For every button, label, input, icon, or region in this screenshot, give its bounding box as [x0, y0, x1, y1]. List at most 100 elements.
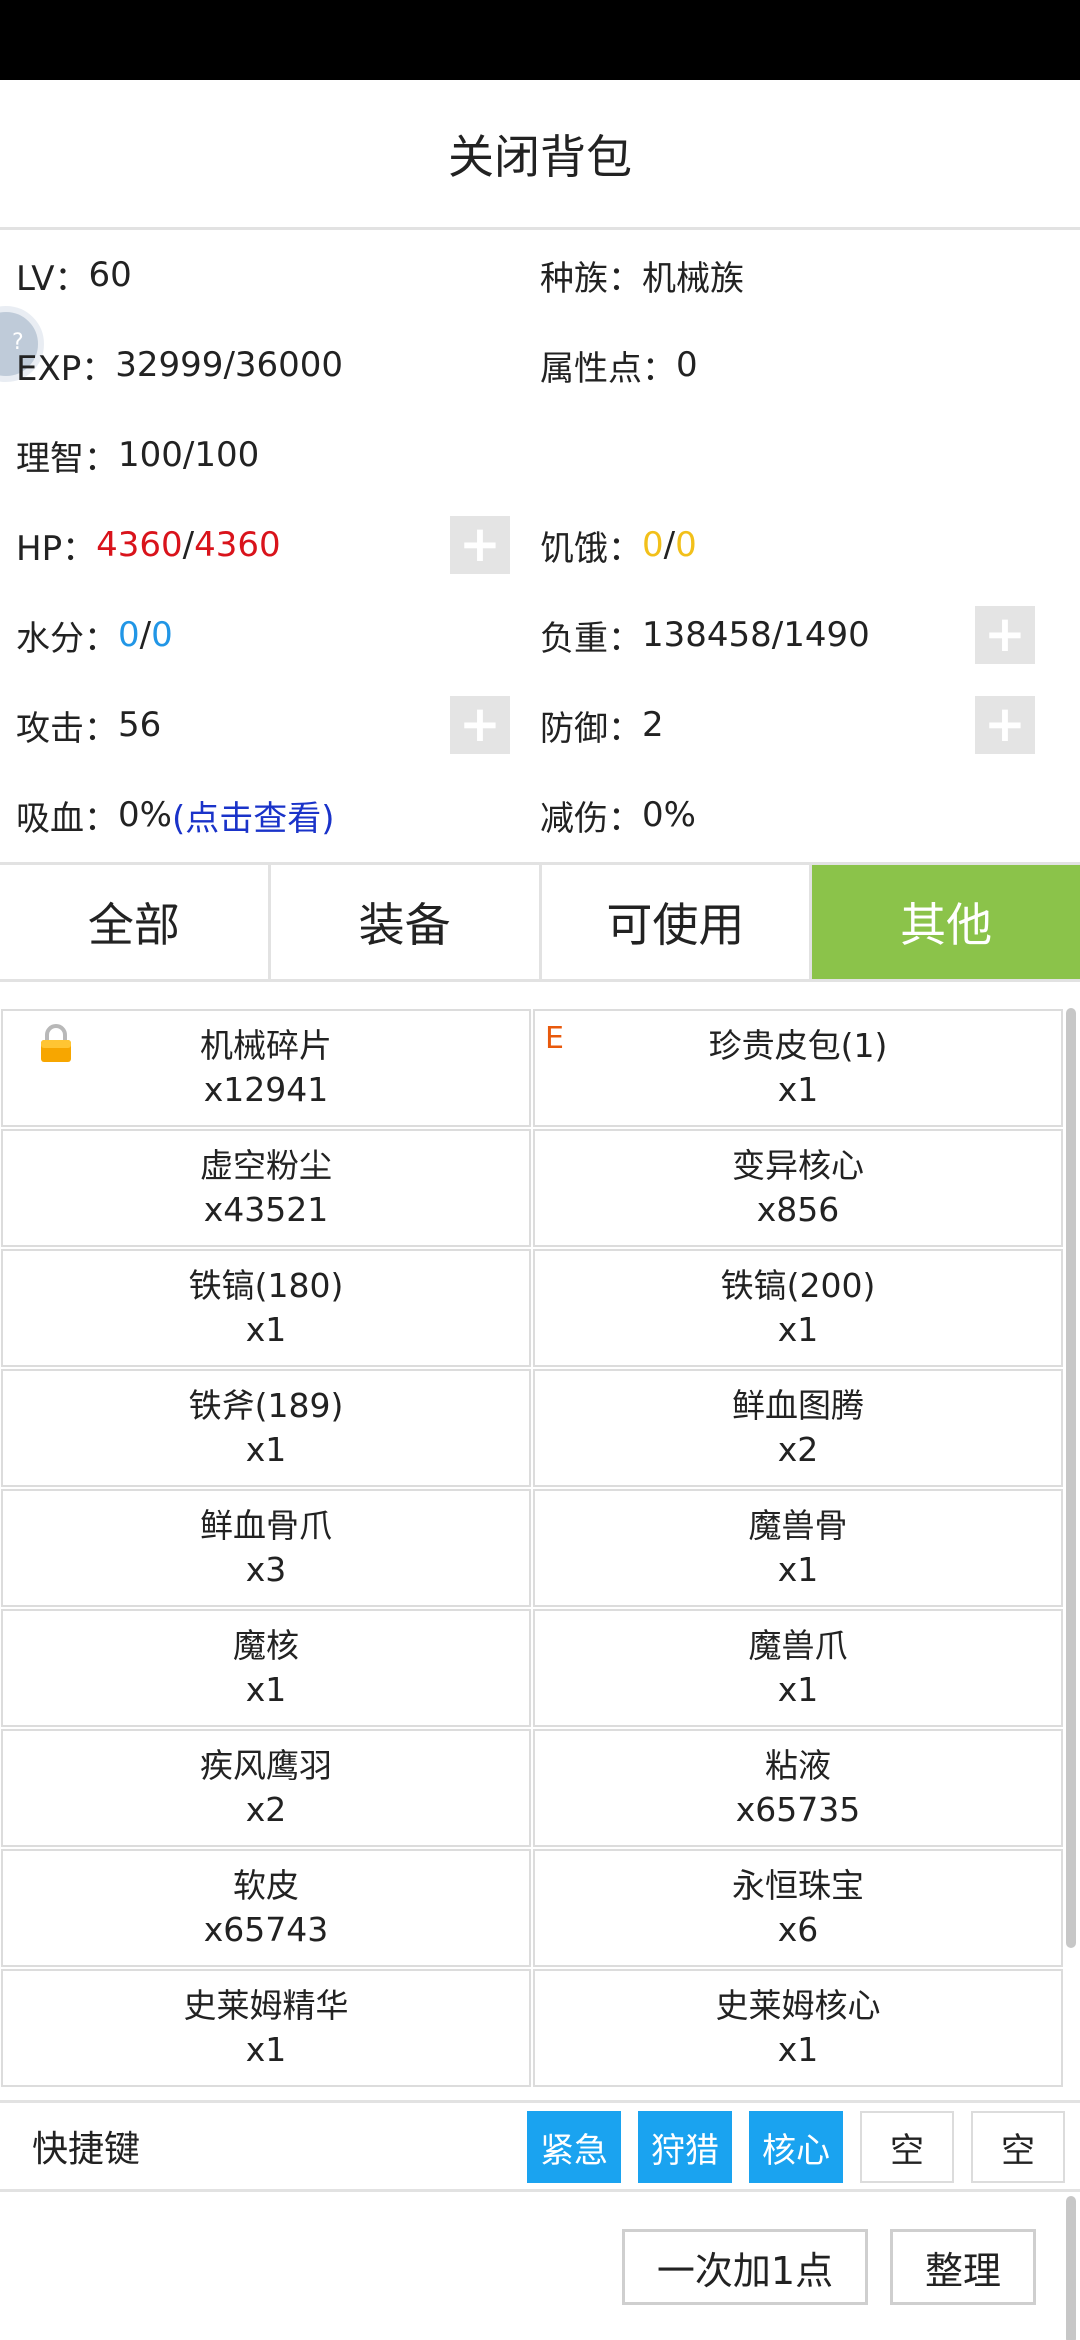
hp-separator: / — [182, 525, 195, 565]
hunger-max: 0 — [675, 525, 697, 565]
item-name: 史莱姆核心 — [715, 1986, 881, 2025]
inventory-item[interactable]: 粘液 x65735 — [533, 1729, 1063, 1847]
item-quantity: x65743 — [203, 1910, 329, 1949]
defense-plus-button[interactable]: + — [975, 696, 1035, 754]
lock-icon — [41, 1024, 71, 1062]
stat-lv: LV： 60 — [16, 230, 132, 320]
stat-defense: 防御： 2 — [540, 680, 664, 770]
shortcut-key-emergency[interactable]: 紧急 — [527, 2111, 621, 2183]
inventory-scrollbar[interactable] — [1066, 1008, 1076, 1948]
item-name: 虚空粉尘 — [200, 1146, 332, 1185]
inventory-tabs: 全部 装备 可使用 其他 — [0, 862, 1080, 982]
stat-label: 水分： — [16, 618, 118, 659]
inventory-item[interactable]: 铁镐(200) x1 — [533, 1249, 1063, 1367]
water-separator: / — [139, 615, 152, 655]
page-scrollbar[interactable] — [1066, 2196, 1076, 2340]
stat-sanity: 理智： 100/100 — [16, 410, 259, 500]
item-quantity: x1 — [777, 1070, 819, 1109]
stat-label: 吸血： — [16, 798, 118, 839]
stat-hp: HP： 4360 / 4360 — [16, 500, 281, 590]
stat-label: 攻击： — [16, 708, 118, 749]
stat-label: 理智： — [16, 438, 118, 479]
sort-button[interactable]: 整理 — [890, 2229, 1036, 2305]
inventory-item[interactable]: 虚空粉尘 x43521 — [1, 1129, 531, 1247]
item-name: 铁斧(189) — [188, 1386, 344, 1425]
item-quantity: x1 — [245, 1430, 287, 1469]
shortcut-key-hunt[interactable]: 狩猎 — [638, 2111, 732, 2183]
item-name: 魔核 — [233, 1626, 299, 1665]
close-bag-header[interactable]: 关闭背包 — [0, 80, 1080, 230]
inventory-list[interactable]: 机械碎片 x12941 E 珍贵皮包(1) x1 虚空粉尘 x43521 变异核心 x856 铁镐… — [0, 1008, 1080, 2100]
inventory-item[interactable]: E 珍贵皮包(1) x1 — [533, 1009, 1063, 1127]
shortcut-bar: 快捷键 紧急 狩猎 核心 空 空 — [0, 2100, 1080, 2192]
stat-value: 0 — [676, 345, 698, 385]
stat-hunger: 饥饿： 0 / 0 — [540, 500, 697, 590]
stat-label: 饥饿： — [540, 528, 642, 569]
item-quantity: x1 — [245, 1310, 287, 1349]
item-quantity: x1 — [777, 1670, 819, 1709]
tab-equipment[interactable]: 装备 — [270, 865, 542, 979]
inventory-grid: 机械碎片 x12941 E 珍贵皮包(1) x1 虚空粉尘 x43521 变异核心 x856 铁镐… — [0, 1008, 1064, 2088]
item-name: 永恒珠宝 — [732, 1866, 864, 1905]
stat-value: 138458/1490 — [642, 615, 870, 655]
item-name: 魔兽骨 — [748, 1506, 848, 1545]
item-name: 史莱姆精华 — [183, 1986, 349, 2025]
shortcut-label: 快捷键 — [32, 2129, 141, 2170]
inventory-item[interactable]: 鲜血图腾 x2 — [533, 1369, 1063, 1487]
item-name: 铁镐(180) — [188, 1266, 344, 1305]
item-name: 变异核心 — [732, 1146, 864, 1185]
inventory-item[interactable]: 变异核心 x856 — [533, 1129, 1063, 1247]
lifesteal-view-link[interactable]: (点击查看) — [172, 791, 335, 840]
stat-value: 机械族 — [642, 258, 744, 299]
bottom-actions: 一次加1点 整理 — [0, 2192, 1080, 2340]
attack-plus-button[interactable]: + — [450, 696, 510, 754]
tab-other[interactable]: 其他 — [812, 865, 1080, 979]
inventory-item[interactable]: 魔兽骨 x1 — [533, 1489, 1063, 1607]
shortcut-key-core[interactable]: 核心 — [749, 2111, 843, 2183]
item-name: 魔兽爪 — [748, 1626, 848, 1665]
inventory-item[interactable]: 机械碎片 x12941 — [1, 1009, 531, 1127]
inventory-item[interactable]: 永恒珠宝 x6 — [533, 1849, 1063, 1967]
character-stats: LV： 60 种族： 机械族 EXP： 32999/36000 属性点： 0 理… — [0, 230, 1080, 862]
item-quantity: x65735 — [735, 1790, 861, 1829]
hp-plus-button[interactable]: + — [450, 516, 510, 574]
stat-value: 2 — [642, 705, 664, 745]
item-name: 疾风鹰羽 — [200, 1746, 332, 1785]
inventory-item[interactable]: 软皮 x65743 — [1, 1849, 531, 1967]
tab-all[interactable]: 全部 — [0, 865, 271, 979]
load-plus-button[interactable]: + — [975, 606, 1035, 664]
stat-attack: 攻击： 56 — [16, 680, 161, 770]
water-max: 0 — [151, 615, 173, 655]
inventory-item[interactable]: 铁斧(189) x1 — [1, 1369, 531, 1487]
item-quantity: x1 — [777, 1310, 819, 1349]
stat-label: 属性点： — [540, 348, 676, 389]
inventory-item[interactable]: 魔核 x1 — [1, 1609, 531, 1727]
stat-load: 负重： 138458/1490 — [540, 590, 870, 680]
add-one-point-button[interactable]: 一次加1点 — [622, 2229, 868, 2305]
stat-label: EXP： — [16, 348, 116, 389]
item-quantity: x1 — [245, 2030, 287, 2069]
inventory-item[interactable]: 铁镐(180) x1 — [1, 1249, 531, 1367]
status-bar — [0, 0, 1080, 80]
stat-value: 100/100 — [118, 435, 260, 475]
stat-value: 56 — [118, 705, 162, 745]
stat-label: 减伤： — [540, 798, 642, 839]
inventory-item[interactable]: 鲜血骨爪 x3 — [1, 1489, 531, 1607]
item-name: 鲜血图腾 — [732, 1386, 864, 1425]
inventory-item[interactable]: 魔兽爪 x1 — [533, 1609, 1063, 1727]
page-title[interactable]: 关闭背包 — [448, 121, 632, 187]
stat-exp: EXP： 32999/36000 — [16, 320, 343, 410]
stat-water: 水分： 0 / 0 — [16, 590, 173, 680]
inventory-item[interactable]: 史莱姆核心 x1 — [533, 1969, 1063, 2087]
stat-label: 负重： — [540, 618, 642, 659]
shortcut-key-empty-1[interactable]: 空 — [860, 2111, 954, 2183]
inventory-item[interactable]: 史莱姆精华 x1 — [1, 1969, 531, 2087]
shortcut-key-empty-2[interactable]: 空 — [971, 2111, 1065, 2183]
item-quantity: x1 — [777, 2030, 819, 2069]
inventory-item[interactable]: 疾风鹰羽 x2 — [1, 1729, 531, 1847]
hunger-current: 0 — [642, 525, 664, 565]
item-quantity: x3 — [245, 1550, 287, 1589]
water-current: 0 — [118, 615, 140, 655]
tab-usable[interactable]: 可使用 — [541, 865, 813, 979]
hp-max: 4360 — [194, 525, 281, 565]
